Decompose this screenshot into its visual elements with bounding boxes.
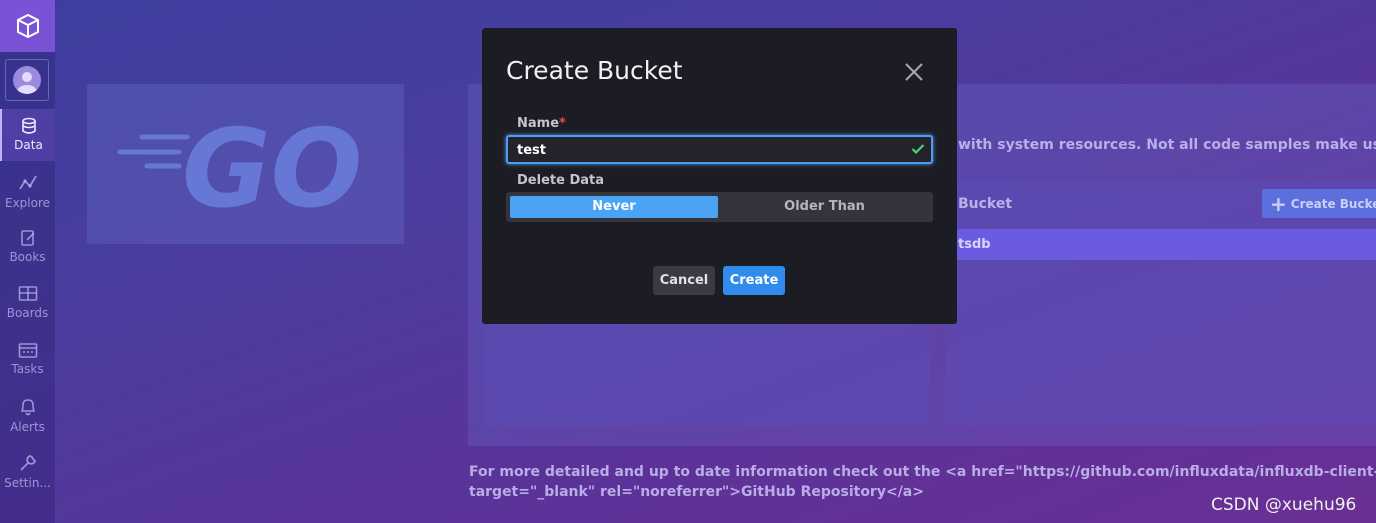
user-avatar-button[interactable] — [5, 59, 49, 101]
delete-data-toggle: Never Older Than — [506, 192, 933, 222]
go-logo-text: GO — [182, 107, 362, 232]
sidebar-item-label: Alerts — [10, 420, 45, 434]
close-button[interactable] — [900, 58, 928, 86]
bell-icon — [20, 399, 35, 416]
database-icon — [21, 117, 36, 134]
option-older-than[interactable]: Older Than — [720, 196, 929, 218]
sidebar-item-settings[interactable]: Settin... — [0, 445, 55, 497]
system-resources-text: with system resources. Not all code samp… — [958, 137, 1376, 153]
bucket-row-tsdb[interactable]: tsdb — [946, 229, 1376, 260]
name-label-text: Name — [517, 116, 560, 131]
dialog-title: Create Bucket — [506, 56, 683, 85]
sidebar: Data Explore Books Boards Tasks Alerts S… — [0, 0, 55, 523]
info-text-line1: For more detailed and up to date informa… — [469, 464, 1376, 480]
calendar-icon — [18, 343, 37, 358]
cancel-button[interactable]: Cancel — [653, 266, 715, 295]
dashboard-icon — [18, 286, 37, 301]
influx-logo[interactable] — [0, 0, 55, 52]
sidebar-item-tasks[interactable]: Tasks — [0, 333, 55, 385]
notebook-icon — [20, 230, 35, 246]
create-bucket-background-button[interactable]: + Create Bucke — [1262, 189, 1376, 218]
delete-data-label: Delete Data — [517, 173, 604, 188]
plus-icon: + — [1270, 191, 1287, 216]
close-icon — [905, 63, 923, 81]
sidebar-item-label: Data — [14, 138, 43, 152]
wrench-icon — [19, 455, 36, 471]
name-input[interactable] — [517, 141, 897, 159]
name-label: Name* — [517, 116, 566, 131]
sidebar-item-label: Boards — [6, 306, 49, 320]
create-bucket-label: Create Bucke — [1290, 196, 1376, 211]
create-button[interactable]: Create — [723, 266, 785, 295]
sidebar-item-boards[interactable]: Boards — [0, 277, 55, 329]
user-icon — [17, 72, 37, 94]
sidebar-item-label: Tasks — [11, 362, 44, 376]
graph-icon — [18, 175, 37, 190]
info-text-line2: target="_blank" rel="noreferrer">GitHub … — [469, 484, 924, 500]
cube-logo-icon — [16, 13, 39, 39]
option-never[interactable]: Never — [510, 196, 718, 218]
watermark: CSDN @xuehu96 — [1211, 495, 1357, 515]
go-logo-panel: GO — [87, 84, 404, 244]
go-gopher-logo-icon: GO — [117, 107, 362, 232]
name-field[interactable] — [506, 135, 933, 164]
sidebar-item-label: Explore — [4, 196, 51, 210]
required-mark: * — [559, 116, 566, 131]
sidebar-item-label: Settin... — [4, 476, 51, 490]
sidebar-item-explore[interactable]: Explore — [0, 165, 55, 217]
sidebar-item-books[interactable]: Books — [0, 221, 55, 273]
sidebar-item-alerts[interactable]: Alerts — [0, 389, 55, 441]
bucket-name: tsdb — [958, 237, 991, 252]
create-bucket-dialog: Create Bucket Name* Delete Data Never Ol… — [482, 28, 957, 324]
bucket-column-header: Bucket — [958, 196, 1013, 212]
sidebar-item-label: Books — [9, 250, 46, 264]
avatar — [13, 66, 41, 94]
check-icon — [911, 144, 925, 155]
sidebar-item-data[interactable]: Data — [0, 109, 55, 161]
